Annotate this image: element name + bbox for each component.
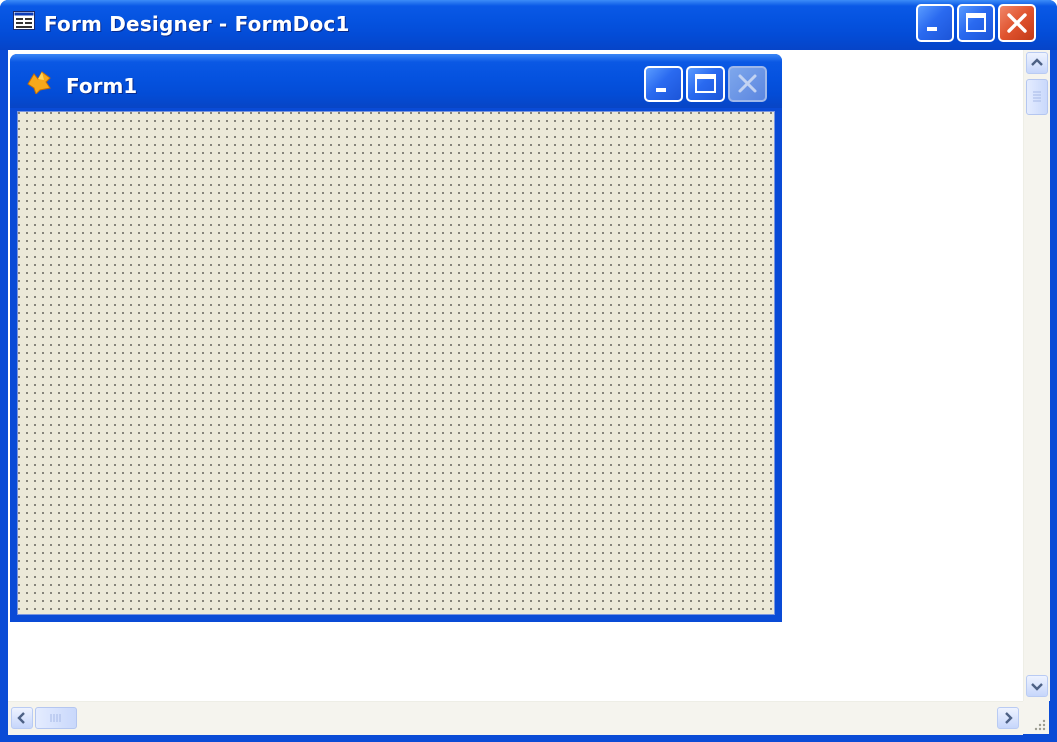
- window-title: Form Designer - FormDoc1: [44, 12, 350, 36]
- scroll-down-button[interactable]: [1026, 675, 1048, 697]
- chevron-up-icon: [1031, 58, 1043, 66]
- size-grip[interactable]: [1023, 701, 1049, 734]
- form1-maximize-button[interactable]: [686, 66, 725, 102]
- chevron-left-icon: [17, 712, 25, 724]
- window-close-button[interactable]: [998, 4, 1036, 42]
- horizontal-scrollbar[interactable]: [8, 701, 1023, 735]
- form1-design-surface[interactable]: [17, 111, 775, 615]
- scroll-left-button[interactable]: [11, 707, 33, 729]
- form1-title-bar[interactable]: Form1: [10, 54, 782, 108]
- grip-lines-icon: [50, 714, 61, 722]
- minimize-icon: [656, 88, 666, 92]
- vertical-scrollbar[interactable]: [1023, 50, 1050, 701]
- form-designer-icon: [13, 11, 35, 31]
- minimize-icon: [927, 27, 937, 31]
- window-minimize-button[interactable]: [916, 4, 954, 42]
- maximize-icon: [966, 13, 986, 32]
- form-designer-window: Form Designer - FormDoc1 Form1: [0, 0, 1057, 742]
- chevron-down-icon: [1031, 683, 1043, 691]
- window-title-bar[interactable]: Form Designer - FormDoc1: [0, 0, 1057, 50]
- scroll-up-button[interactable]: [1026, 52, 1048, 74]
- form1-title: Form1: [66, 74, 138, 98]
- maximize-icon: [695, 74, 716, 93]
- grip-lines-icon: [1033, 91, 1041, 102]
- window-maximize-button[interactable]: [957, 4, 995, 42]
- vertical-scroll-thumb[interactable]: [1026, 79, 1048, 115]
- horizontal-scroll-thumb[interactable]: [35, 707, 77, 729]
- form1-close-button: [728, 66, 767, 102]
- designer-client-area[interactable]: Form1: [8, 50, 1050, 735]
- scroll-right-button[interactable]: [997, 707, 1019, 729]
- fox-icon: [26, 70, 52, 95]
- chevron-right-icon: [1005, 712, 1013, 724]
- form1-window[interactable]: Form1: [10, 54, 782, 622]
- close-icon: [1007, 13, 1027, 33]
- close-icon: [738, 74, 757, 93]
- form1-minimize-button[interactable]: [644, 66, 683, 102]
- resize-grip-icon: [1034, 719, 1046, 731]
